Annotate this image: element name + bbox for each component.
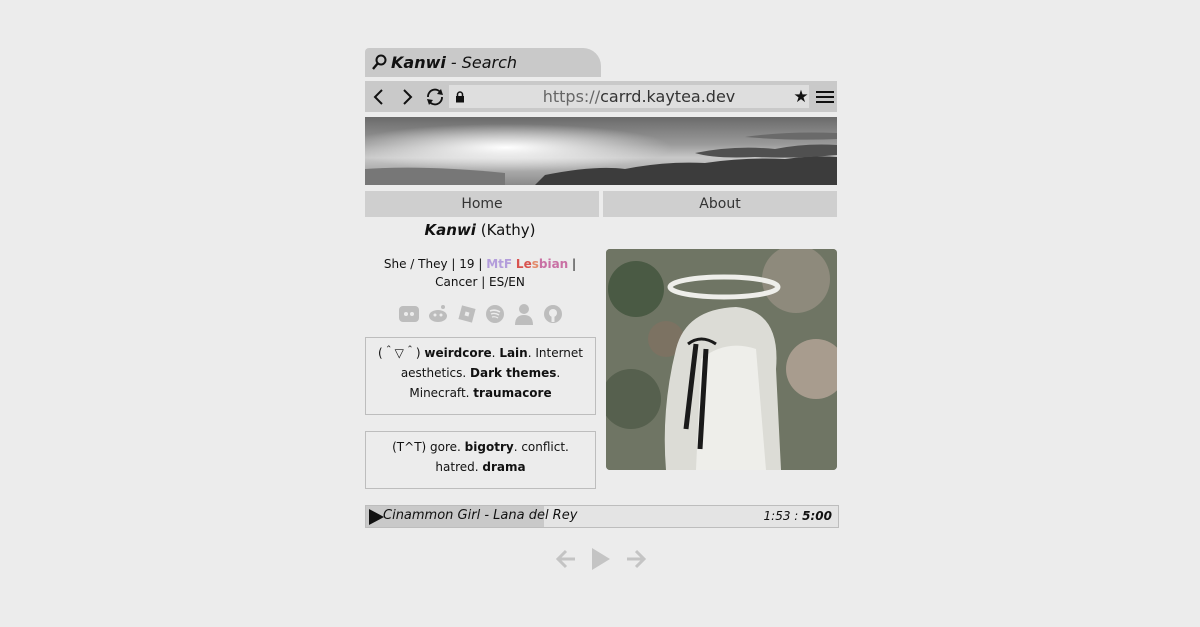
prev-icon[interactable]: [555, 548, 577, 570]
likes-box: (＾▽＾) weirdcore. Lain. Internet aestheti…: [365, 337, 596, 415]
nav-home-button[interactable]: Home: [365, 191, 599, 217]
url-scheme: https://: [542, 87, 601, 106]
menu-icon: [816, 90, 834, 103]
lesbian-label-2: s: [531, 257, 539, 271]
likes-item: Dark themes: [470, 366, 557, 380]
time-separator: :: [790, 509, 803, 523]
nav-about-button[interactable]: About: [603, 191, 837, 217]
profile-alias: (Kathy): [480, 221, 536, 239]
dislikes-item: bigotry: [464, 440, 514, 454]
user-icon[interactable]: [513, 303, 535, 325]
browser-tab[interactable]: Kanwi - Search: [365, 48, 601, 77]
menu-button[interactable]: [813, 83, 837, 110]
forward-button[interactable]: [393, 81, 421, 112]
header-banner: [365, 117, 837, 185]
likes-item: Lain: [499, 346, 528, 360]
likes-kaomoji: (＾▽＾): [377, 346, 421, 360]
lesbian-label-3: bian: [538, 257, 569, 271]
play-control-icon[interactable]: [590, 546, 612, 572]
dislikes-text: gore.: [426, 440, 465, 454]
likes-item: traumacore: [473, 386, 552, 400]
dislikes-kaomoji: (T^T): [392, 440, 427, 454]
bookmark-button[interactable]: ★: [791, 83, 811, 110]
back-icon: [373, 88, 383, 105]
address-bar[interactable]: https://carrd.kaytea.dev: [449, 85, 809, 108]
dislikes-box: (T^T) gore. bigotry. conflict. hatred. d…: [365, 431, 596, 489]
spotify-icon[interactable]: [484, 303, 506, 325]
tab-brand: Kanwi: [391, 53, 446, 72]
reddit-icon[interactable]: [427, 303, 449, 325]
social-links: [398, 303, 564, 325]
lesbian-label-1: Le: [515, 257, 532, 271]
time-elapsed: 1:53: [763, 509, 791, 523]
refresh-icon: [427, 88, 443, 105]
discord-icon[interactable]: [398, 303, 420, 325]
music-player: Cinammon Girl - Lana del Rey 1:53 : 5:00: [365, 505, 839, 528]
refresh-button[interactable]: [421, 81, 449, 112]
profile-details: She / They | 19 | MtF Lesbian | Cancer |…: [365, 255, 595, 291]
dislikes-item: drama: [482, 460, 526, 474]
time-total: 5:00: [802, 509, 832, 523]
track-time: 1:53 : 5:00: [764, 509, 832, 523]
next-icon[interactable]: [625, 548, 647, 570]
search-icon: [372, 54, 387, 70]
forward-icon: [403, 88, 413, 105]
url-host: carrd.kaytea.dev: [600, 87, 736, 106]
tab-title: - Search: [450, 53, 518, 72]
back-button[interactable]: [365, 81, 393, 112]
likes-item: weirdcore: [424, 346, 492, 360]
lock-icon: [451, 90, 469, 103]
profile-name: Kanwi (Kathy): [365, 221, 595, 239]
profile-handle: Kanwi: [424, 221, 476, 239]
player-controls: [555, 545, 647, 573]
github-icon[interactable]: [542, 303, 564, 325]
pronouns-prefix: She / They | 19 |: [383, 257, 483, 271]
browser-toolbar: https://carrd.kaytea.dev ★: [365, 81, 837, 112]
url-text: https://carrd.kaytea.dev: [469, 87, 809, 106]
roblox-icon[interactable]: [456, 303, 478, 325]
profile-photo: [606, 249, 837, 470]
track-title: Cinammon Girl - Lana del Rey: [383, 508, 578, 523]
star-icon: ★: [793, 86, 809, 107]
mtf-label: MtF: [486, 257, 513, 271]
